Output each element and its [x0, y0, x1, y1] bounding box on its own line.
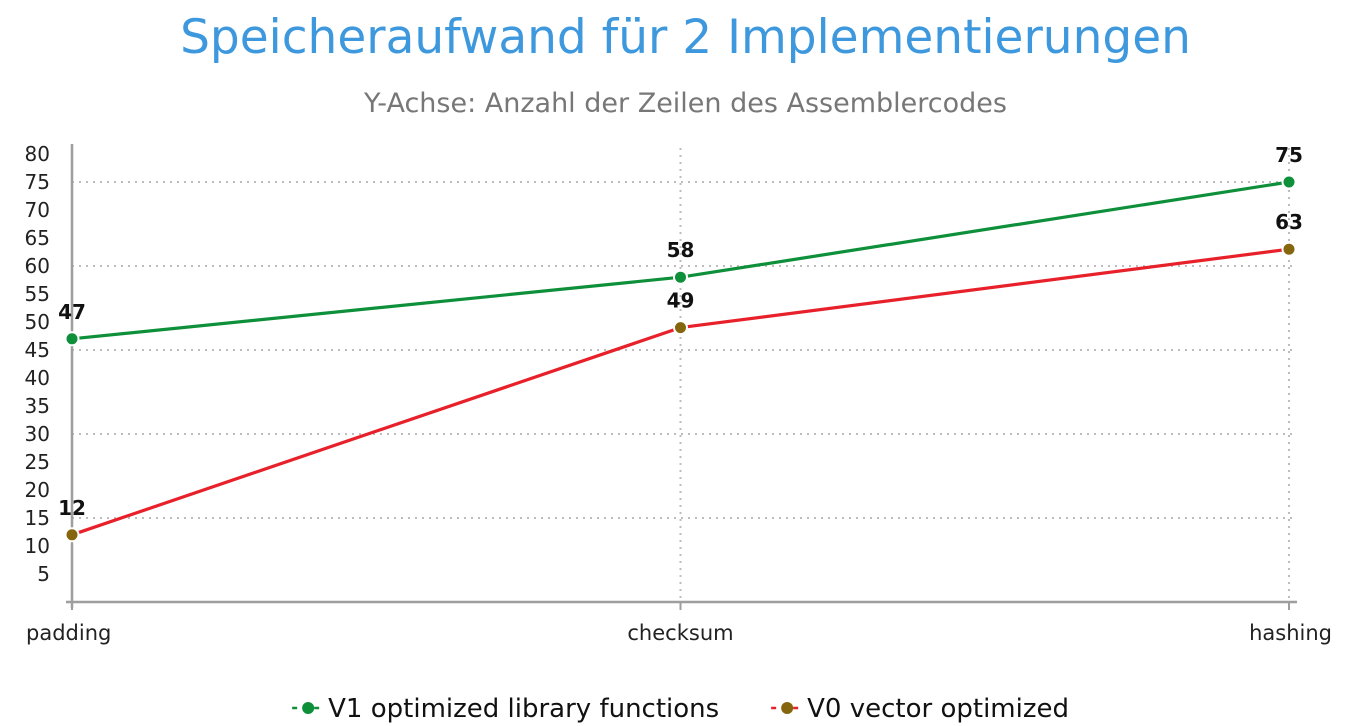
- data-point: [64, 527, 80, 543]
- legend-item: V1 optimized library functions: [292, 694, 719, 724]
- series-1: [64, 241, 1297, 543]
- x-tick-label: checksum: [627, 621, 733, 645]
- y-tick-label: 55: [25, 282, 50, 306]
- y-tick-label: 70: [25, 198, 50, 222]
- data-point: [673, 320, 688, 336]
- y-tick-label: 40: [25, 366, 50, 390]
- x-tick-label: padding: [26, 621, 111, 645]
- data-label: 58: [667, 238, 695, 262]
- data-label: 63: [1275, 210, 1303, 234]
- grid-lines: [72, 148, 1295, 602]
- data-label: 47: [58, 300, 86, 324]
- y-tick-label: 20: [25, 478, 50, 502]
- data-point: [64, 331, 80, 347]
- y-tick-label: 25: [25, 450, 50, 474]
- legend: V1 optimized library functions V0 vector …: [292, 694, 1069, 724]
- y-tick-label: 35: [25, 394, 50, 418]
- data-label: 12: [58, 496, 86, 520]
- y-tick-label: 80: [25, 142, 50, 166]
- y-tick-label: 45: [25, 338, 50, 362]
- x-tick-label: hashing: [1249, 621, 1332, 645]
- data-point: [1281, 241, 1297, 257]
- legend-marker-symbol: [781, 702, 794, 714]
- legend-label: V1 optimized library functions: [328, 694, 719, 724]
- data-point: [1281, 174, 1297, 190]
- data-point: [673, 269, 688, 285]
- legend-label: V0 vector optimized: [807, 694, 1069, 724]
- legend-item: V0 vector optimized: [771, 694, 1069, 724]
- y-tick-label: 30: [25, 422, 50, 446]
- y-tick-label: 5: [37, 562, 50, 586]
- data-label: 75: [1275, 143, 1303, 167]
- x-tick-labels: padding checksum hashing: [26, 621, 1332, 645]
- data-label: 49: [667, 289, 695, 313]
- y-tick-label: 15: [25, 506, 50, 530]
- y-tick-label: 65: [25, 226, 50, 250]
- y-tick-labels: 5 10 15 20 25 30 35 40 45 50 55 60 65 70 75 80: [25, 142, 50, 586]
- legend-marker-symbol: [302, 702, 315, 714]
- y-tick-label: 50: [25, 310, 50, 334]
- chart-container: Speicheraufwand für 2 Implementierungen …: [0, 0, 1371, 726]
- y-tick-label: 75: [25, 170, 50, 194]
- chart-svg: 5 10 15 20 25 30 35 40 45 50 55 60 65 70 75 80 padding ch…: [25, 142, 1332, 724]
- y-tick-label: 10: [25, 534, 50, 558]
- y-tick-label: 60: [25, 254, 50, 278]
